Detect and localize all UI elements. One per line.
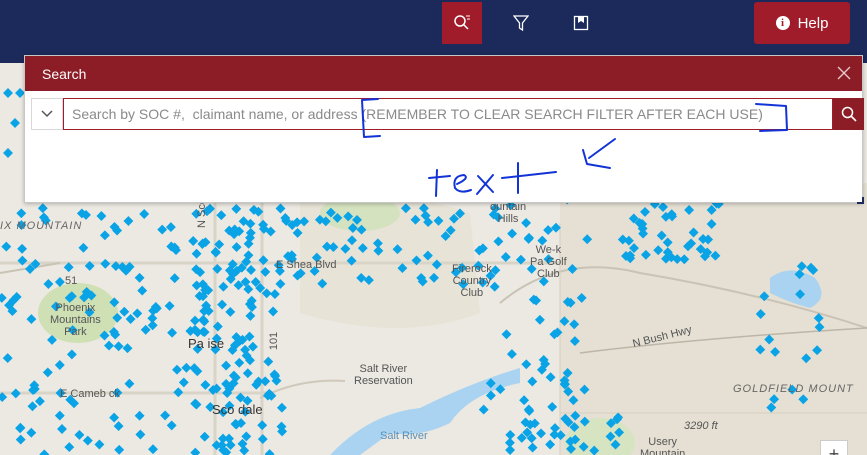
filter-tool-button[interactable] [501,2,541,44]
map-label-elevation: 3290 ft [684,420,718,432]
chevron-down-icon [41,110,53,118]
map-label-camelback: E Cameb ck [60,388,120,400]
map-label-salt-river: Salt River [380,430,428,442]
map-label-salt-river-reservation: Salt River Reservation [354,363,413,387]
search-tool-button[interactable] [442,2,482,44]
map-label-goldfield: GOLDFIELD MOUNT [733,383,854,395]
close-icon[interactable] [836,65,852,81]
map-label-ix-mountain: IX MOUNTAIN [0,220,83,232]
help-label: Help [797,14,829,32]
map-label-phoenix-mountains: Phoenix Mountains Park [50,302,101,338]
filter-icon [513,15,529,31]
bookmark-icon [573,15,589,31]
search-panel-header: Search [25,56,862,91]
map-label-hwy-101: 101 [268,331,281,351]
map-label-hwy-51: 51 [65,275,78,287]
map-label-paradise: Pa ise [188,336,225,351]
search-source-dropdown[interactable] [31,98,63,130]
zoom-in-button[interactable]: + [820,440,848,455]
search-panel: Search [24,55,864,204]
map-label-firerock: Firerock Country Club [452,263,492,299]
bookmark-tool-button[interactable] [561,2,601,44]
search-input[interactable] [63,98,833,130]
map-label-scottsdale: Sco dale [212,402,263,417]
map-label-mountain-hills: ountain Hills [490,201,527,225]
search-icon [841,106,857,122]
search-panel-title: Search [42,65,87,82]
map-label-we-ko-pa: We-k Pa Golf Club [530,244,567,280]
search-submit-button[interactable] [833,98,864,130]
map-label-shea: E Shea Blvd [276,259,337,271]
search-bar [31,98,864,130]
panel-resize-handle[interactable] [857,197,864,204]
top-navbar: i Help [0,0,867,63]
info-icon: i [775,16,790,30]
help-button[interactable]: i Help [754,2,850,44]
search-list-icon [454,15,470,30]
app-window: IX MOUNTAIN ountain Hills We-k Pa Golf C… [0,0,867,455]
map-label-usery: Usery Mountain [640,436,686,455]
